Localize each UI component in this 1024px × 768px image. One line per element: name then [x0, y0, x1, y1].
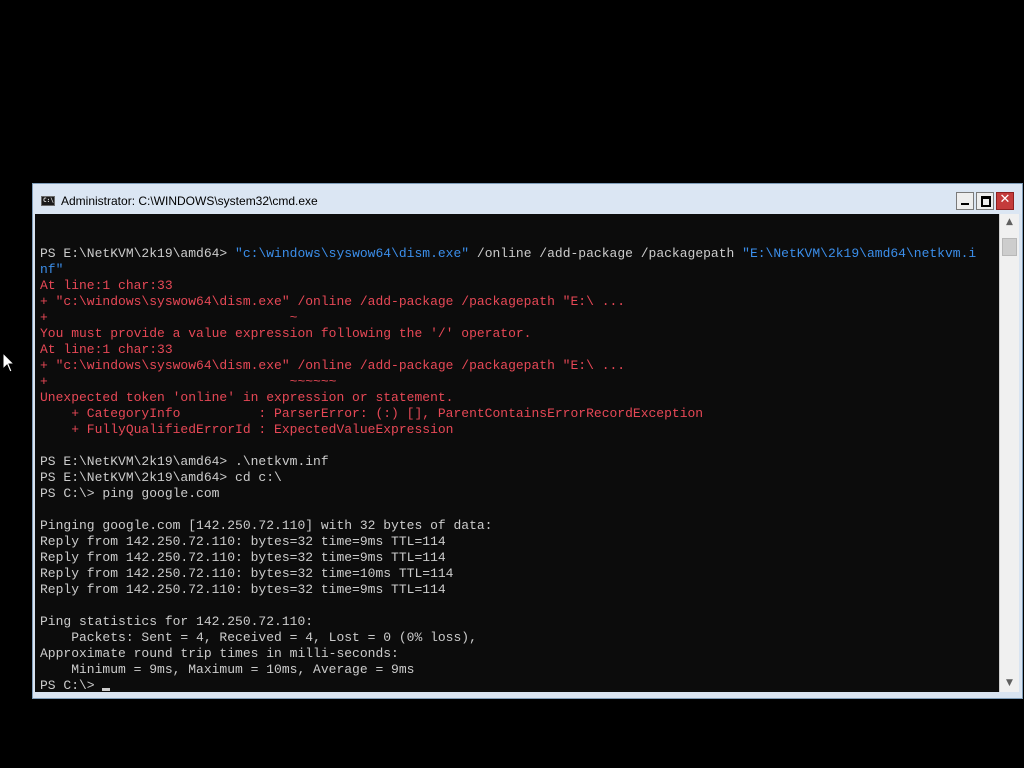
console-text: nf" — [40, 262, 64, 277]
console-line: + ~~~~~~ — [40, 374, 976, 390]
scroll-thumb[interactable] — [1002, 238, 1017, 256]
console-text: + ~ — [40, 310, 298, 325]
vertical-scrollbar[interactable]: ▲ ▼ — [999, 214, 1019, 692]
minimize-button[interactable] — [956, 192, 974, 210]
console-text: /online /add-package /packagepath — [469, 246, 743, 261]
console-text: PS C:\> ping google.com — [40, 486, 220, 501]
console-line: + ~ — [40, 310, 976, 326]
console-line: Approximate round trip times in milli-se… — [40, 646, 976, 662]
console-text: PS E:\NetKVM\2k19\amd64> .\netkvm.inf — [40, 454, 329, 469]
window-title: Administrator: C:\WINDOWS\system32\cmd.e… — [61, 194, 318, 208]
console-text: Unexpected token 'online' in expression … — [40, 390, 454, 405]
console-line: + CategoryInfo : ParserError: (:) [], Pa… — [40, 406, 976, 422]
console-text: At line:1 char:33 — [40, 342, 173, 357]
console-line: PS C:\> — [40, 678, 976, 692]
console-line: Reply from 142.250.72.110: bytes=32 time… — [40, 550, 976, 566]
console-text: "E:\NetKVM\2k19\amd64\netkvm.i — [742, 246, 977, 261]
console-line: Ping statistics for 142.250.72.110: — [40, 614, 976, 630]
console-line: nf" — [40, 262, 976, 278]
console-line: PS E:\NetKVM\2k19\amd64> "c:\windows\sys… — [40, 246, 976, 262]
console-line: At line:1 char:33 — [40, 342, 976, 358]
console-line: PS E:\NetKVM\2k19\amd64> cd c:\ — [40, 470, 976, 486]
console-line: At line:1 char:33 — [40, 278, 976, 294]
console-text: "c:\windows\syswow64\dism.exe" — [235, 246, 470, 261]
console-text: + "c:\windows\syswow64\dism.exe" /online… — [40, 358, 626, 373]
console-line: Reply from 142.250.72.110: bytes=32 time… — [40, 534, 976, 550]
console-text: Reply from 142.250.72.110: bytes=32 time… — [40, 566, 454, 581]
console-line: Packets: Sent = 4, Received = 4, Lost = … — [40, 630, 976, 646]
console-text: Pinging google.com [142.250.72.110] with… — [40, 518, 493, 533]
console-text: + "c:\windows\syswow64\dism.exe" /online… — [40, 294, 626, 309]
console-line: Pinging google.com [142.250.72.110] with… — [40, 518, 976, 534]
cmd-app-icon: C:\ — [41, 196, 55, 206]
console-line: PS C:\> ping google.com — [40, 486, 976, 502]
console-text: You must provide a value expression foll… — [40, 326, 532, 341]
console-text: + FullyQualifiedErrorId : ExpectedValueE… — [40, 422, 454, 437]
console-text: PS E:\NetKVM\2k19\amd64> cd c:\ — [40, 470, 282, 485]
console-text: Approximate round trip times in milli-se… — [40, 646, 399, 661]
console-line: + FullyQualifiedErrorId : ExpectedValueE… — [40, 422, 976, 438]
console-text: Packets: Sent = 4, Received = 4, Lost = … — [40, 630, 477, 645]
console-text: At line:1 char:33 — [40, 278, 173, 293]
console-text: Reply from 142.250.72.110: bytes=32 time… — [40, 582, 446, 597]
cmd-window: C:\ Administrator: C:\WINDOWS\system32\c… — [32, 183, 1023, 699]
title-bar[interactable]: C:\ Administrator: C:\WINDOWS\system32\c… — [33, 184, 1022, 214]
console-output[interactable]: PS E:\NetKVM\2k19\amd64> "c:\windows\sys… — [35, 214, 999, 692]
console-text: Reply from 142.250.72.110: bytes=32 time… — [40, 534, 446, 549]
console-text: + CategoryInfo : ParserError: (:) [], Pa… — [40, 406, 704, 421]
console-text: PS C:\> — [40, 678, 103, 692]
console-line: + "c:\windows\syswow64\dism.exe" /online… — [40, 294, 976, 310]
console-line: You must provide a value expression foll… — [40, 326, 976, 342]
console-line: Unexpected token 'online' in expression … — [40, 390, 976, 406]
console-lines: PS E:\NetKVM\2k19\amd64> "c:\windows\sys… — [40, 246, 976, 692]
console-text: Minimum = 9ms, Maximum = 10ms, Average =… — [40, 662, 415, 677]
mouse-pointer-icon — [2, 352, 16, 373]
console-text: PS E:\NetKVM\2k19\amd64> — [40, 246, 236, 261]
console-text: Ping statistics for 142.250.72.110: — [40, 614, 314, 629]
console-line: PS E:\NetKVM\2k19\amd64> .\netkvm.inf — [40, 454, 976, 470]
console-text: Reply from 142.250.72.110: bytes=32 time… — [40, 550, 446, 565]
scroll-down-arrow-icon[interactable]: ▼ — [1000, 675, 1019, 692]
maximize-button[interactable] — [976, 192, 994, 210]
console-line: Reply from 142.250.72.110: bytes=32 time… — [40, 582, 976, 598]
close-icon: ✕ — [999, 192, 1011, 207]
close-button[interactable]: ✕ — [996, 192, 1014, 210]
console-line: + "c:\windows\syswow64\dism.exe" /online… — [40, 358, 976, 374]
scroll-up-arrow-icon[interactable]: ▲ — [1000, 214, 1019, 231]
console-line: Reply from 142.250.72.110: bytes=32 time… — [40, 566, 976, 582]
console-line: Minimum = 9ms, Maximum = 10ms, Average =… — [40, 662, 976, 678]
console-text: + ~~~~~~ — [40, 374, 337, 389]
text-cursor — [102, 688, 111, 691]
